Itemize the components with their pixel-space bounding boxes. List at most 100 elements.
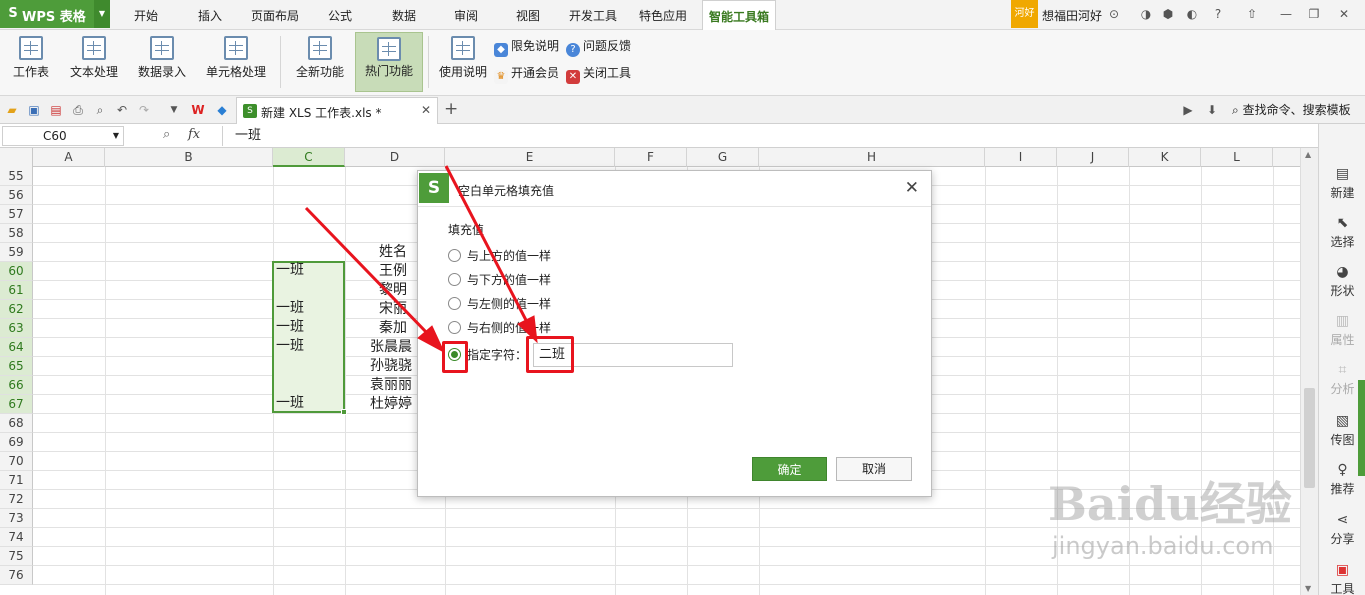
undo-icon[interactable]: ↶: [114, 102, 130, 118]
column-header-j[interactable]: J: [1057, 148, 1129, 167]
radio-button[interactable]: [448, 249, 461, 262]
row-header[interactable]: 65: [0, 357, 33, 376]
document-tab[interactable]: S 新建 XLS 工作表.xls * ✕: [236, 97, 438, 124]
cube-icon[interactable]: ◆: [214, 102, 230, 118]
cell-d64[interactable]: 张晨晨: [370, 338, 412, 357]
print-preview-icon[interactable]: ⌕: [92, 102, 108, 118]
cell-c60[interactable]: 一班: [276, 261, 304, 280]
row-header[interactable]: 60: [0, 262, 33, 281]
row-header[interactable]: 73: [0, 509, 33, 528]
column-header-e[interactable]: E: [445, 148, 615, 167]
function-icon[interactable]: fx: [188, 127, 200, 142]
row-header[interactable]: 64: [0, 338, 33, 357]
feedback-link[interactable]: ? 问题反馈: [566, 37, 631, 57]
close-icon[interactable]: ✕: [1336, 6, 1352, 22]
option-same-as-right[interactable]: 与右侧的值一样: [448, 319, 551, 337]
column-header-k[interactable]: K: [1129, 148, 1201, 167]
column-header-l[interactable]: L: [1201, 148, 1273, 167]
usage-guide-button[interactable]: 使用说明: [436, 32, 490, 92]
skin-icon[interactable]: ◑: [1138, 6, 1154, 22]
scroll-thumb[interactable]: [1304, 388, 1315, 488]
app-menu-button[interactable]: S WPS 表格 ▼: [0, 0, 110, 28]
tab-data[interactable]: 数据: [376, 0, 432, 29]
tab-features[interactable]: 特色应用: [632, 0, 694, 29]
cell-d61[interactable]: 黎明: [379, 281, 407, 300]
scroll-down-icon[interactable]: ▼: [1305, 584, 1311, 593]
column-header-g[interactable]: G: [687, 148, 759, 167]
print-icon[interactable]: ⎙: [70, 102, 86, 118]
restore-icon[interactable]: ⇧: [1244, 6, 1260, 22]
tab-smart-toolbox[interactable]: 智能工具箱: [702, 0, 776, 30]
new-tab-icon[interactable]: +: [444, 99, 458, 119]
settings-icon[interactable]: ⬢: [1160, 6, 1176, 22]
hot-features-button[interactable]: 热门功能: [355, 32, 423, 92]
row-header[interactable]: 69: [0, 433, 33, 452]
command-search[interactable]: ⌕ 查找命令、搜索模板: [1232, 101, 1351, 118]
help-icon[interactable]: ?: [1210, 6, 1226, 22]
radio-button[interactable]: [448, 273, 461, 286]
data-entry-button[interactable]: 数据录入: [130, 32, 194, 92]
cell-d65[interactable]: 孙骁骁: [370, 357, 412, 376]
chevron-down-icon[interactable]: ▼: [94, 0, 110, 28]
select-all-corner[interactable]: [0, 148, 33, 167]
radio-button[interactable]: [448, 297, 461, 310]
cell-d59[interactable]: 姓名: [379, 243, 407, 262]
screen-icon[interactable]: ▶: [1180, 102, 1196, 118]
row-header[interactable]: 63: [0, 319, 33, 338]
text-processing-button[interactable]: 文本处理: [62, 32, 126, 92]
avatar-icon[interactable]: ⊙: [1106, 6, 1122, 22]
cell-c62[interactable]: 一班: [276, 299, 304, 318]
close-tool-link[interactable]: ✕ 关闭工具: [566, 64, 631, 84]
tab-formula[interactable]: 公式: [314, 0, 366, 29]
tab-view[interactable]: 视图: [500, 0, 556, 29]
template-icon[interactable]: ⬇: [1204, 102, 1220, 118]
tab-page-layout[interactable]: 页面布局: [244, 0, 306, 29]
user-name[interactable]: 想福田河好: [1042, 7, 1102, 24]
row-header[interactable]: 72: [0, 490, 33, 509]
tab-insert[interactable]: 插入: [182, 0, 238, 29]
wps-home-icon[interactable]: W: [190, 102, 206, 118]
cell-d67[interactable]: 杜婷婷: [370, 395, 412, 414]
panel-share[interactable]: ⋖ 分享: [1319, 508, 1365, 552]
free-limit-link[interactable]: ◆ 限免说明: [494, 37, 559, 57]
radio-button[interactable]: [448, 321, 461, 334]
row-header[interactable]: 55: [0, 167, 33, 186]
panel-tools[interactable]: ▣ 工具: [1319, 558, 1365, 595]
column-header-i[interactable]: I: [985, 148, 1057, 167]
cell-d62[interactable]: 宋丽: [379, 300, 407, 319]
row-header[interactable]: 76: [0, 566, 33, 585]
customize-icon[interactable]: ▼: [166, 102, 182, 118]
minimize-icon[interactable]: —: [1278, 6, 1294, 22]
column-header-b[interactable]: B: [105, 148, 273, 167]
row-header[interactable]: 67: [0, 395, 33, 414]
share-icon[interactable]: ◐: [1184, 6, 1200, 22]
row-header[interactable]: 74: [0, 528, 33, 547]
row-header[interactable]: 57: [0, 205, 33, 224]
account-badge[interactable]: 河好: [1011, 0, 1038, 28]
fill-handle[interactable]: [341, 409, 347, 415]
column-header-a[interactable]: A: [33, 148, 105, 167]
worksheet-button[interactable]: 工作表: [4, 32, 58, 92]
ok-button[interactable]: 确定: [752, 457, 827, 481]
row-header[interactable]: 61: [0, 281, 33, 300]
row-header[interactable]: 75: [0, 547, 33, 566]
column-header-c[interactable]: C: [273, 148, 345, 167]
cancel-button[interactable]: 取消: [836, 457, 912, 481]
tab-start[interactable]: 开始: [118, 0, 174, 29]
panel-collapse-handle[interactable]: [1358, 380, 1365, 476]
cell-c64[interactable]: 一班: [276, 337, 304, 356]
column-header-h[interactable]: H: [759, 148, 985, 167]
tab-developer[interactable]: 开发工具: [562, 0, 624, 29]
tab-review[interactable]: 审阅: [438, 0, 494, 29]
row-header[interactable]: 56: [0, 186, 33, 205]
option-same-as-above[interactable]: 与上方的值一样: [448, 247, 551, 265]
save-icon[interactable]: ▣: [26, 102, 42, 118]
row-header[interactable]: 58: [0, 224, 33, 243]
open-folder-icon[interactable]: ▰: [4, 102, 20, 118]
maximize-icon[interactable]: ❐: [1306, 6, 1322, 22]
panel-select[interactable]: ⬉ 选择: [1319, 211, 1365, 255]
option-same-as-left[interactable]: 与左侧的值一样: [448, 295, 551, 313]
option-same-as-below[interactable]: 与下方的值一样: [448, 271, 551, 289]
column-header-d[interactable]: D: [345, 148, 445, 167]
cell-processing-button[interactable]: 单元格处理: [198, 32, 274, 92]
